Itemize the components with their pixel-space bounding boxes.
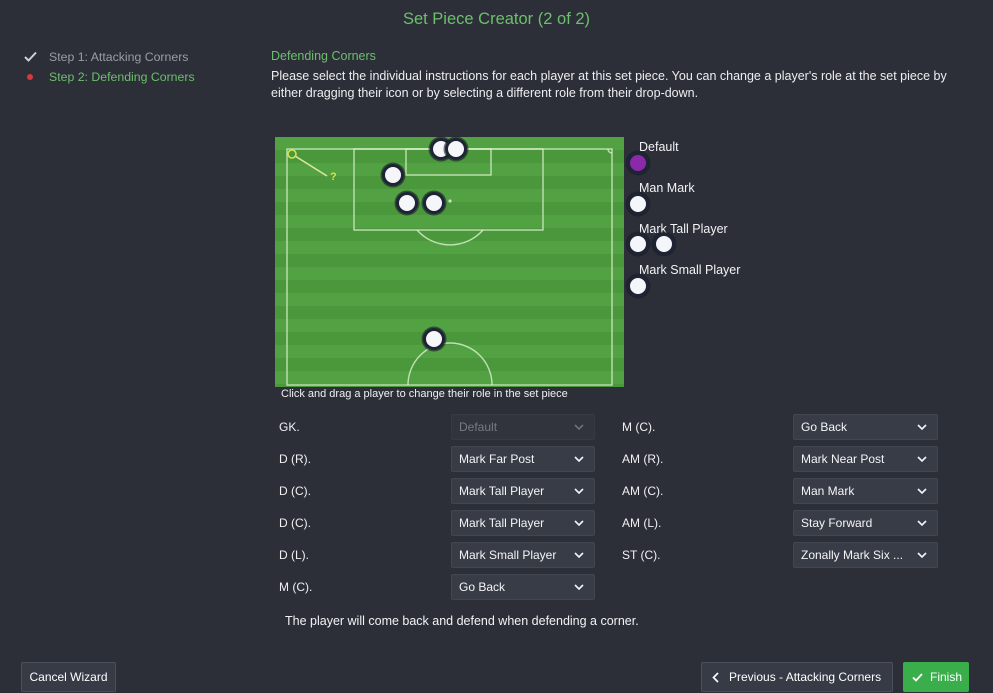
dropdown-value: Zonally Mark Six ... — [801, 548, 904, 562]
role-description: The player will come back and defend whe… — [285, 614, 639, 628]
pitch-player-token[interactable] — [382, 164, 404, 186]
current-step-dot-icon — [27, 74, 33, 80]
role-dropdown-dr[interactable]: Mark Far Post — [451, 446, 595, 472]
chevron-down-icon — [574, 424, 584, 430]
penalty-spot — [448, 199, 452, 203]
section-heading: Defending Corners — [271, 49, 376, 63]
dropdown-value: Man Mark — [801, 484, 855, 498]
step-attacking-corners[interactable]: Step 1: Attacking Corners — [20, 49, 240, 65]
role-dropdown-mc-2[interactable]: Go Back — [793, 414, 938, 440]
default-role-player-token[interactable] — [627, 152, 649, 174]
button-label: Finish — [930, 670, 963, 684]
pitch-player-token[interactable] — [423, 328, 445, 350]
mark-tall-player-token[interactable] — [653, 233, 675, 255]
previous-button[interactable]: Previous - Attacking Corners — [701, 662, 893, 692]
position-label: AM (L). — [622, 516, 662, 530]
pitch-markings: ? — [286, 148, 613, 386]
role-legend-man-mark: Man Mark — [639, 181, 695, 195]
center-circle — [407, 342, 493, 386]
dropdown-value: Mark Small Player — [459, 548, 557, 562]
role-dropdown-aml[interactable]: Stay Forward — [793, 510, 938, 536]
pitch-hint: Click and drag a player to change their … — [281, 388, 568, 400]
position-label: D (C). — [279, 516, 311, 530]
role-dropdown-amc[interactable]: Man Mark — [793, 478, 938, 504]
chevron-down-icon — [917, 520, 927, 526]
position-label: D (R). — [279, 452, 311, 466]
position-label: D (L). — [279, 548, 309, 562]
dropdown-value: Mark Near Post — [801, 452, 885, 466]
dropdown-value: Go Back — [801, 420, 848, 434]
pitch-player-token[interactable] — [445, 138, 467, 160]
chevron-down-icon — [574, 584, 584, 590]
cancel-wizard-button[interactable]: Cancel Wizard — [21, 662, 116, 692]
role-dropdown-mc-1[interactable]: Go Back — [451, 574, 595, 600]
dropdown-value: Mark Tall Player — [459, 484, 545, 498]
pitch-player-token[interactable] — [396, 192, 418, 214]
role-legend-default: Default — [639, 140, 679, 154]
position-label: D (C). — [279, 484, 311, 498]
dropdown-value: Stay Forward — [801, 516, 873, 530]
step-defending-corners[interactable]: Step 2: Defending Corners — [20, 69, 240, 85]
chevron-down-icon — [917, 456, 927, 462]
check-icon — [912, 672, 923, 682]
role-dropdown-dl[interactable]: Mark Small Player — [451, 542, 595, 568]
chevron-left-icon — [712, 671, 719, 683]
position-label: AM (R). — [622, 452, 664, 466]
corner-kick-marker-icon — [287, 149, 297, 159]
chevron-down-icon — [574, 552, 584, 558]
position-label: AM (C). — [622, 484, 664, 498]
penalty-box — [353, 148, 544, 231]
chevron-down-icon — [574, 520, 584, 526]
corner-kick-direction-line — [294, 155, 328, 177]
button-label: Previous - Attacking Corners — [729, 670, 882, 684]
position-label: GK. — [279, 420, 300, 434]
dropdown-value: Go Back — [459, 580, 506, 594]
position-label: ST (C). — [622, 548, 661, 562]
button-label: Cancel Wizard — [29, 670, 108, 684]
position-label: M (C). — [279, 580, 313, 594]
role-legend-mark-small-player: Mark Small Player — [639, 263, 741, 277]
dropdown-value: Mark Tall Player — [459, 516, 545, 530]
check-icon — [24, 51, 37, 62]
role-dropdown-stc[interactable]: Zonally Mark Six ... — [793, 542, 938, 568]
role-dropdown-gk[interactable]: Default — [451, 414, 595, 440]
finish-button[interactable]: Finish — [903, 662, 969, 692]
dropdown-value: Default — [459, 420, 498, 434]
step-label: Step 2: Defending Corners — [49, 70, 195, 84]
chevron-down-icon — [917, 552, 927, 558]
set-piece-pitch: ? — [275, 137, 624, 387]
chevron-down-icon — [574, 456, 584, 462]
position-label: M (C). — [622, 420, 656, 434]
pitch-player-token[interactable] — [423, 192, 445, 214]
corner-marker-label: ? — [330, 171, 337, 183]
mark-small-player-token[interactable] — [627, 275, 649, 297]
section-description: Please select the individual instruction… — [271, 69, 947, 100]
role-dropdown-amr[interactable]: Mark Near Post — [793, 446, 938, 472]
man-mark-player-token[interactable] — [627, 193, 649, 215]
dropdown-value: Mark Far Post — [459, 452, 535, 466]
role-legend-mark-tall-player: Mark Tall Player — [639, 222, 728, 236]
mark-tall-player-token[interactable] — [627, 233, 649, 255]
role-dropdown-dc-2[interactable]: Mark Tall Player — [451, 510, 595, 536]
window-title: Set Piece Creator (2 of 2) — [402, 10, 591, 28]
chevron-down-icon — [574, 488, 584, 494]
pitch-outline — [286, 148, 613, 386]
chevron-down-icon — [917, 488, 927, 494]
penalty-arc — [416, 229, 484, 246]
step-label: Step 1: Attacking Corners — [49, 50, 189, 64]
chevron-down-icon — [917, 424, 927, 430]
role-dropdown-dc-1[interactable]: Mark Tall Player — [451, 478, 595, 504]
